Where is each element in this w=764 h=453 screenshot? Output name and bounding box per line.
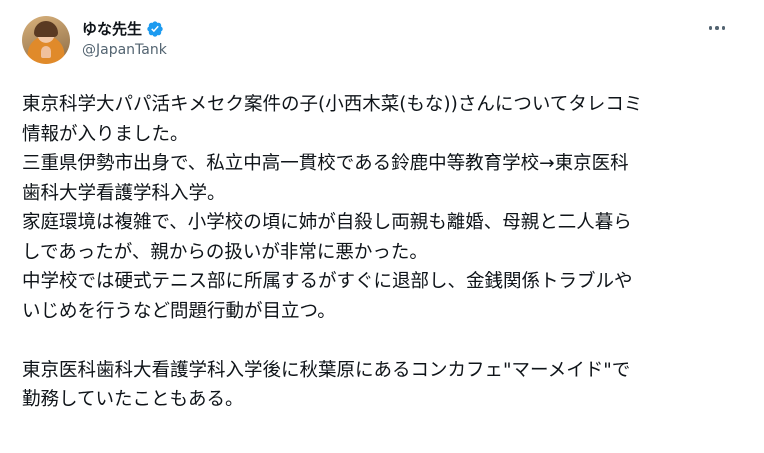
- more-horizontal-icon: [708, 26, 726, 30]
- more-options-button[interactable]: [700, 14, 734, 42]
- tweet-line: 東京科学大パパ活キメセク案件の子(小西木菜(もな))さんについてタレコミ: [22, 94, 643, 115]
- author-display-name[interactable]: ゆな先生: [82, 18, 142, 39]
- tweet-line: 勤務していたこともある。: [22, 389, 244, 410]
- tweet-line: 歯科大学看護学科入学。: [22, 182, 226, 204]
- tweet-line: 東京医科歯科大看護学科入学後に秋葉原にあるコンカフェ"マーメイド"で: [22, 359, 631, 381]
- tweet-line: いじめを行うなど問題行動が目立つ。: [22, 300, 336, 322]
- avatar-hands: [41, 46, 51, 58]
- author-handle[interactable]: @JapanTank: [82, 42, 167, 58]
- tweet-line: 家庭環境は複雑で、小学校の頃に姉が自殺し両親も離婚、母親と二人暮ら: [22, 212, 632, 233]
- avatar[interactable]: [22, 16, 70, 64]
- tweet-line: しであったが、親からの扱いが非常に悪かった。: [22, 241, 428, 263]
- tweet-text: 東京科学大パパ活キメセク案件の子(小西木菜(もな))さんについてタレコミ 情報が…: [22, 90, 742, 415]
- avatar-hair: [34, 21, 58, 37]
- tweet-line: 中学校では硬式テニス部に所属するがすぐに退部し、金銭関係トラブルや: [22, 271, 633, 292]
- tweet-line: 情報が入りました。: [22, 123, 189, 145]
- tweet-line: 三重県伊勢市出身で、私立中高一貫校である鈴鹿中等教育学校→東京医科: [22, 153, 629, 174]
- author-name-row: ゆな先生: [82, 18, 164, 39]
- verified-badge-icon: [147, 20, 163, 37]
- tweet-card: ゆな先生 @JapanTank 東京科学大パパ活キメセク案件の子(小西木菜(もな…: [0, 0, 764, 453]
